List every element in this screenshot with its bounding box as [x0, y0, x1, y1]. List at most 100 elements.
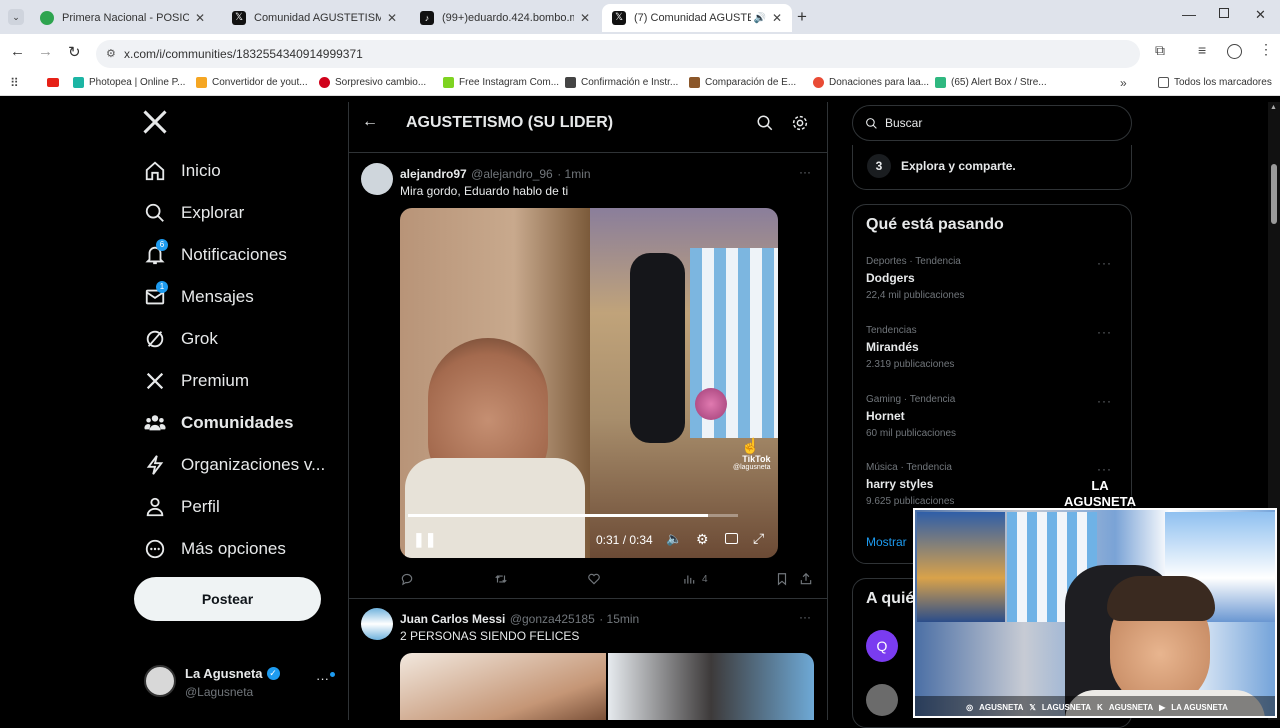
nav-inicio[interactable]: Inicio	[144, 153, 221, 189]
reading-list-icon[interactable]: ≡	[1198, 42, 1206, 58]
community-settings-icon[interactable]	[791, 114, 809, 132]
nav-organizaciones[interactable]: Organizaciones v...	[144, 447, 325, 483]
nav-comunidades[interactable]: Comunidades	[144, 405, 293, 441]
search-box[interactable]: Buscar	[852, 105, 1132, 141]
tab-close-icon[interactable]: ✕	[195, 11, 205, 25]
account-switcher[interactable]: La Agusneta ✓ @Lagusneta ···	[144, 664, 335, 704]
pause-icon[interactable]: ❚❚	[413, 531, 436, 548]
more-bookmarks-icon[interactable]: »	[1120, 76, 1127, 90]
repost-button[interactable]	[494, 572, 508, 586]
close-window-button[interactable]: ✕	[1255, 7, 1266, 23]
reply-button[interactable]	[400, 572, 414, 586]
nav-mensajes[interactable]: 1 Mensajes	[144, 279, 254, 315]
x-logo-icon[interactable]	[141, 108, 169, 136]
trend-more-icon[interactable]: ···	[1097, 325, 1112, 339]
pip-icon[interactable]	[725, 533, 738, 544]
tab-primera-nacional[interactable]: Primera Nacional - POSICIONES ✕	[30, 4, 215, 32]
nav-perfil[interactable]: Perfil	[144, 489, 220, 525]
post-button[interactable]: Postear	[134, 577, 321, 621]
show-more-link[interactable]: Mostrar	[866, 535, 907, 549]
tweet-media[interactable]	[400, 653, 814, 720]
tweet-author-handle[interactable]: @alejandro_96	[471, 167, 553, 181]
video-settings-icon[interactable]: ⚙	[696, 531, 709, 548]
bookmark-3[interactable]: Sorpresivo cambio...	[319, 77, 426, 88]
youtube-icon[interactable]	[47, 78, 59, 87]
scroll-up-icon[interactable]: ▲	[1270, 104, 1277, 111]
community-search-icon[interactable]	[756, 114, 774, 132]
bookmark-6[interactable]: Comparación de E...	[689, 77, 796, 88]
share-button[interactable]	[799, 572, 813, 586]
extensions-icon[interactable]: ⧉	[1155, 42, 1165, 59]
message-badge: 1	[156, 281, 168, 293]
tab-comunidad-1[interactable]: 𝕏 Comunidad AGUSTETISMO (SU ✕	[222, 4, 407, 32]
tab-tiktok[interactable]: ♪ (99+)eduardo.424.bombo.mp ( ✕	[410, 4, 600, 32]
menu-icon[interactable]: ⋮	[1259, 41, 1273, 58]
nav-mas-opciones[interactable]: Más opciones	[144, 531, 286, 567]
bookmark-7[interactable]: Donaciones para laa...	[813, 77, 929, 88]
nav-premium[interactable]: Premium	[144, 363, 249, 399]
profile-icon[interactable]	[1227, 44, 1242, 59]
nav-notificaciones[interactable]: 6 Notificaciones	[144, 237, 287, 273]
trend-more-icon[interactable]: ···	[1097, 394, 1112, 408]
site-info-icon[interactable]: ⚙	[106, 47, 116, 60]
step-text[interactable]: Explora y comparte.	[901, 159, 1016, 173]
maximize-button[interactable]	[1219, 8, 1229, 18]
bookmark-1[interactable]: Photopea | Online P...	[73, 77, 185, 88]
tab-close-icon[interactable]: ✕	[387, 11, 397, 25]
bookmark-5[interactable]: Confirmación e Instr...	[565, 77, 678, 88]
folder-icon	[1158, 77, 1169, 88]
reload-icon[interactable]: ↻	[68, 43, 81, 61]
scrollbar-thumb[interactable]	[1271, 164, 1277, 224]
bookmark-button[interactable]	[775, 572, 789, 586]
tab-close-icon[interactable]: ✕	[772, 11, 782, 25]
minimize-button[interactable]: —	[1182, 6, 1196, 22]
tweet-header: Juan Carlos Messi @gonza425185 · 15min	[400, 610, 639, 628]
tweet-time[interactable]: · 1min	[557, 167, 590, 181]
tweet-video[interactable]: TikTok @lagusneta ❚❚ 0:31 / 0:34 🔈 ⚙ ⤢	[400, 208, 778, 558]
address-bar[interactable]: ⚙ x.com/i/communities/183255434091499937…	[96, 40, 1140, 68]
tab-search-button[interactable]: ⌄	[8, 9, 24, 25]
video-progress-track[interactable]	[408, 514, 738, 517]
back-icon[interactable]: ←	[10, 43, 25, 60]
speaker-icon[interactable]: 🔊	[753, 13, 765, 24]
forward-icon[interactable]: →	[38, 43, 53, 60]
trend-more-icon[interactable]: ···	[1097, 462, 1112, 476]
tab-close-icon[interactable]: ✕	[580, 11, 590, 25]
all-bookmarks[interactable]: Todos los marcadores	[1158, 77, 1272, 88]
like-button[interactable]	[587, 572, 601, 586]
tweet-more-icon[interactable]: ···	[799, 610, 811, 624]
tweet-author-name[interactable]: alejandro97	[400, 167, 467, 181]
webcam-overlay: ◎ AGUSNETA 𝕏 LAGUSNETA K AGUSNETA ▶ LA AGUSN…	[913, 508, 1277, 718]
who-to-follow-title: A quié	[866, 590, 915, 607]
nav-explorar[interactable]: Explorar	[144, 195, 244, 231]
nav-grok[interactable]: Grok	[144, 321, 218, 357]
home-icon	[145, 161, 165, 181]
search-input[interactable]: Buscar	[885, 116, 922, 130]
trend-item[interactable]: Deportes · Tendencia Dodgers 22,4 mil pu…	[866, 256, 1126, 301]
apps-icon[interactable]: ⠿	[10, 76, 19, 90]
trend-item[interactable]: Tendencias Mirandés 2.319 publicaciones …	[866, 325, 1126, 370]
kick-icon: K	[1097, 702, 1103, 712]
tweet-time[interactable]: · 15min	[599, 612, 639, 626]
account-name: La Agusneta	[185, 666, 263, 681]
tweet-author-name[interactable]: Juan Carlos Messi	[400, 612, 505, 626]
bookmark-2[interactable]: Convertidor de yout...	[196, 77, 308, 88]
volume-icon[interactable]: 🔈	[666, 531, 682, 547]
follow-avatar[interactable]	[866, 684, 898, 716]
fullscreen-icon[interactable]: ⤢	[753, 530, 764, 547]
tweet-avatar[interactable]	[361, 608, 393, 640]
bookmark-8[interactable]: (65) Alert Box / Stre...	[935, 77, 1047, 88]
trend-item[interactable]: Gaming · Tendencia Hornet 60 mil publica…	[866, 394, 1126, 439]
tiktok-watermark: TikTok @lagusneta	[733, 454, 771, 471]
tweet-avatar[interactable]	[361, 163, 393, 195]
follow-avatar[interactable]: Q	[866, 630, 898, 662]
tab-comunidad-active[interactable]: 𝕏 (7) Comunidad AGUSTETIS 🔊 ✕	[602, 4, 792, 32]
back-arrow-icon[interactable]: ←	[362, 113, 378, 131]
bookmark-4[interactable]: Free Instagram Com...	[443, 77, 559, 88]
account-more-icon[interactable]: ···	[316, 671, 329, 686]
views-button[interactable]: 4	[682, 572, 708, 586]
trend-more-icon[interactable]: ···	[1097, 256, 1112, 270]
tweet-author-handle[interactable]: @gonza425185	[510, 612, 595, 626]
new-tab-button[interactable]: +	[797, 7, 807, 27]
tweet-more-icon[interactable]: ···	[799, 165, 811, 179]
